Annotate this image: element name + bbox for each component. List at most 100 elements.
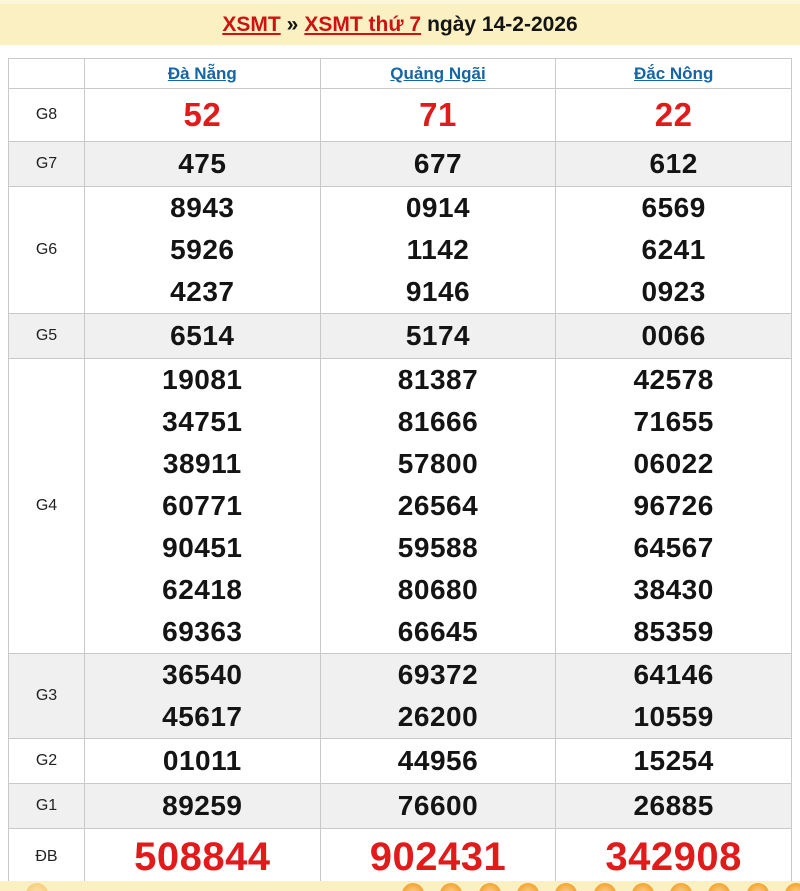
prize-value-cell: 6514 bbox=[84, 313, 321, 359]
prize-number: 6569 bbox=[641, 192, 706, 223]
prize-label-g7: G7 bbox=[8, 141, 85, 187]
prize-value-cell: 0066 bbox=[555, 313, 792, 359]
lottery-ball-icon bbox=[26, 883, 48, 891]
prize-number: 81387 bbox=[397, 364, 479, 395]
lottery-ball-icon bbox=[708, 883, 731, 891]
prize-value-cell: 52 bbox=[84, 88, 321, 142]
prize-number: 26564 bbox=[397, 490, 479, 521]
prize-number: 44956 bbox=[397, 745, 479, 776]
prize-number: 69363 bbox=[162, 616, 243, 647]
prize-label-g1: G1 bbox=[8, 783, 85, 829]
prize-number: 0923 bbox=[641, 276, 706, 307]
prize-value-cell: 81387 81666 57800 26564 59588 80680 66645 bbox=[319, 358, 557, 654]
prize-value-cell: 342908 bbox=[555, 828, 792, 886]
prize-number: 64567 bbox=[633, 532, 714, 563]
prize-number: 80680 bbox=[397, 574, 479, 605]
prize-label-g3: G3 bbox=[8, 653, 85, 739]
prize-number: 34751 bbox=[162, 406, 243, 437]
prize-number: 5174 bbox=[405, 320, 471, 351]
prize-number: 62418 bbox=[162, 574, 243, 605]
prize-number: 4237 bbox=[170, 276, 235, 307]
prize-row-g1: G1 89259 76600 26885 bbox=[8, 783, 792, 829]
prize-value-cell: 5174 bbox=[319, 313, 557, 359]
xsmt-link[interactable]: XSMT bbox=[222, 13, 280, 36]
province-header-row: Đà Nẵng Quảng Ngãi Đắc Nông bbox=[8, 58, 792, 89]
prize-number: 19081 bbox=[162, 364, 243, 395]
prize-row-g6: G6 8943 5926 4237 0914 1142 9146 6569 6241 0923 bbox=[8, 186, 792, 314]
prize-number: 71 bbox=[419, 96, 457, 133]
prize-number: 26200 bbox=[397, 701, 479, 732]
prize-value-cell: 69372 26200 bbox=[319, 653, 557, 739]
prize-value-cell: 76600 bbox=[319, 783, 557, 829]
prize-number: 60771 bbox=[162, 490, 243, 521]
province-link-da-nang[interactable]: Đà Nẵng bbox=[168, 64, 237, 83]
prize-number: 66645 bbox=[397, 616, 479, 647]
prize-number: 6514 bbox=[170, 320, 235, 351]
prize-value-cell: 19081 34751 38911 60771 90451 62418 69363 bbox=[84, 358, 321, 654]
lottery-balls-strip bbox=[0, 881, 800, 891]
lottery-ball-icon bbox=[746, 883, 769, 891]
prize-value-cell: 26885 bbox=[555, 783, 792, 829]
prize-value-cell: 01011 bbox=[84, 738, 321, 784]
prize-row-g5: G5 6514 5174 0066 bbox=[8, 313, 792, 359]
prize-row-g4: G4 19081 34751 38911 60771 90451 62418 69363 813… bbox=[8, 358, 792, 654]
prize-number: 36540 bbox=[162, 659, 243, 690]
prize-value-cell: 64146 10559 bbox=[555, 653, 792, 739]
prize-value-cell: 44956 bbox=[319, 738, 557, 784]
province-link-dac-nong[interactable]: Đắc Nông bbox=[634, 64, 713, 83]
prize-value-cell: 508844 bbox=[84, 828, 321, 886]
prize-number: 6241 bbox=[641, 234, 706, 265]
xsmt-day-link[interactable]: XSMT thứ 7 bbox=[304, 13, 421, 36]
prize-number: 508844 bbox=[134, 835, 271, 879]
prize-number: 15254 bbox=[633, 745, 714, 776]
lottery-ball-icon bbox=[478, 883, 501, 891]
prize-number: 52 bbox=[183, 96, 222, 133]
prize-number: 342908 bbox=[605, 835, 742, 879]
prize-label-g5: G5 bbox=[8, 313, 85, 359]
prize-value-cell: 612 bbox=[555, 141, 792, 187]
page-header-strip: XSMT » XSMT thứ 7 ngày 14-2-2026 bbox=[0, 0, 800, 45]
prize-value-cell: 902431 bbox=[319, 828, 557, 886]
breadcrumb-separator: » bbox=[286, 12, 299, 36]
prize-number: 9146 bbox=[405, 276, 471, 307]
lottery-ball-icon bbox=[670, 883, 693, 891]
prize-label-g2: G2 bbox=[8, 738, 85, 784]
prize-row-g7: G7 475 677 612 bbox=[8, 141, 792, 187]
prize-number: 89259 bbox=[162, 790, 243, 821]
prize-number: 90451 bbox=[162, 532, 243, 563]
province-header-cell: Đà Nẵng bbox=[84, 58, 321, 89]
lottery-ball-icon bbox=[402, 883, 424, 891]
prize-number: 76600 bbox=[397, 790, 479, 821]
prize-number: 57800 bbox=[397, 448, 479, 479]
corner-cell bbox=[8, 58, 85, 89]
prize-number: 81666 bbox=[397, 406, 479, 437]
page-title: XSMT » XSMT thứ 7 ngày 14-2-2026 bbox=[222, 13, 577, 37]
province-header-cell: Quảng Ngãi bbox=[319, 58, 557, 89]
prize-label-db: ĐB bbox=[8, 828, 85, 886]
prize-number: 475 bbox=[178, 148, 227, 179]
prize-number: 1142 bbox=[406, 234, 470, 265]
prize-label-g4: G4 bbox=[8, 358, 85, 654]
prize-number: 5926 bbox=[170, 234, 235, 265]
prize-value-cell: 36540 45617 bbox=[84, 653, 321, 739]
lottery-ball-icon bbox=[593, 883, 616, 891]
prize-value-cell: 475 bbox=[84, 141, 321, 187]
prize-label-g8: G8 bbox=[8, 88, 85, 142]
prize-number: 38911 bbox=[162, 448, 242, 479]
prize-number: 0066 bbox=[641, 320, 706, 351]
lottery-ball-icon bbox=[785, 883, 800, 891]
province-link-quang-ngai[interactable]: Quảng Ngãi bbox=[390, 64, 485, 83]
prize-value-cell: 0914 1142 9146 bbox=[319, 186, 557, 314]
prize-row-g8: G8 52 71 22 bbox=[8, 88, 792, 142]
prize-row-g2: G2 01011 44956 15254 bbox=[8, 738, 792, 784]
results-table-body: Đà Nẵng Quảng Ngãi Đắc Nông G8 52 71 22 G7 47… bbox=[8, 58, 792, 886]
prize-value-cell: 677 bbox=[319, 141, 557, 187]
prize-value-cell: 22 bbox=[555, 88, 792, 142]
prize-value-cell: 42578 71655 06022 96726 64567 38430 85359 bbox=[555, 358, 792, 654]
prize-number: 612 bbox=[649, 148, 698, 179]
prize-number: 06022 bbox=[633, 448, 714, 479]
lottery-results-table: Đà Nẵng Quảng Ngãi Đắc Nông G8 52 71 22 G7 47… bbox=[8, 58, 792, 886]
province-header-cell: Đắc Nông bbox=[555, 58, 792, 89]
prize-row-db: ĐB 508844 902431 342908 bbox=[8, 828, 792, 886]
prize-value-cell: 71 bbox=[319, 88, 557, 142]
